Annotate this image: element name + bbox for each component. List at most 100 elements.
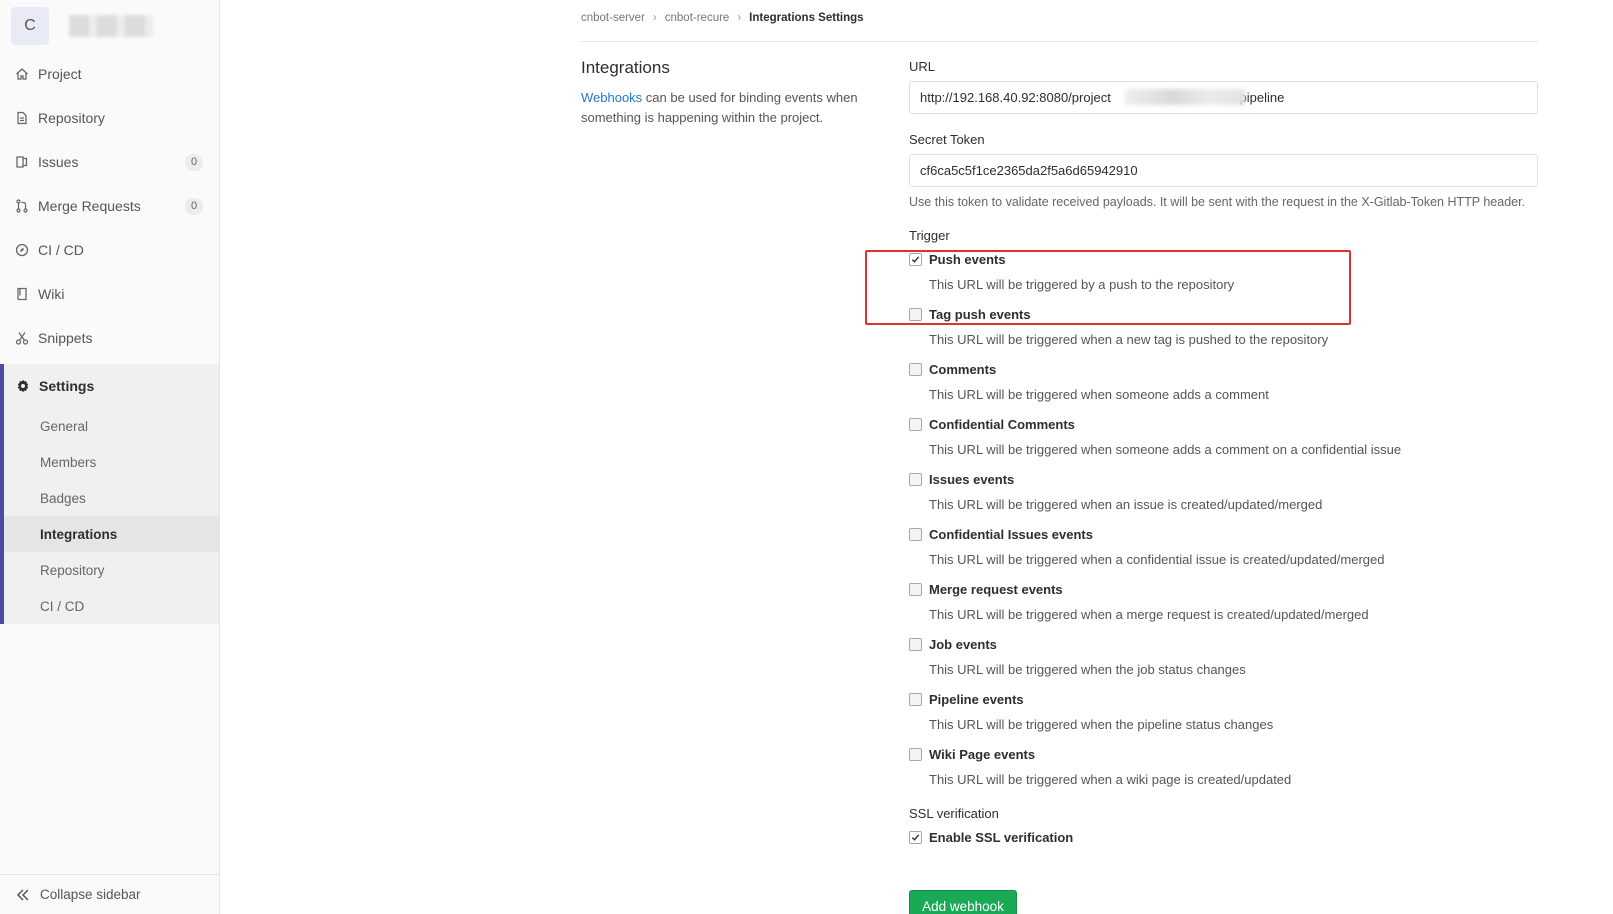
event-option: Comments This URL will be triggered when… [909, 361, 1538, 416]
sidebar-item-issues[interactable]: Issues 0 [0, 140, 219, 184]
sidebar-item-repository[interactable]: Repository [0, 96, 219, 140]
sidebar-item-ci-cd[interactable]: CI / CD [0, 228, 219, 272]
settings-sub-integrations[interactable]: Integrations [4, 516, 219, 552]
event-description: This URL will be triggered when someone … [929, 387, 1269, 402]
event-description: This URL will be triggered when an issue… [929, 497, 1323, 512]
sidebar-item-label: Issues [38, 154, 79, 170]
settings-sub-badges[interactable]: Badges [4, 480, 219, 516]
sidebar-nav: Project Repository Issues 0 Merge Reques… [0, 52, 219, 360]
rocket-icon [15, 243, 29, 257]
secret-token-help: Use this token to validate received payl… [909, 195, 1526, 209]
issues-events-checkbox[interactable] [909, 473, 922, 486]
ssl-option: Enable SSL verification [909, 829, 1538, 851]
wiki-page-events-checkbox[interactable] [909, 748, 922, 761]
project-header[interactable]: C [0, 0, 219, 52]
event-option: Issues events This URL will be triggered… [909, 471, 1538, 526]
event-option: Job events This URL will be triggered wh… [909, 636, 1538, 691]
webhook-form: URL http://192.168.40.92:8080/project r-… [909, 59, 1538, 851]
job-events-checkbox[interactable] [909, 638, 922, 651]
event-title[interactable]: Pipeline events [929, 691, 1538, 709]
issues-count-badge: 0 [185, 154, 203, 171]
event-title[interactable]: Wiki Page events [929, 746, 1538, 764]
avatar[interactable]: C [11, 7, 49, 45]
secret-token-input[interactable] [909, 154, 1538, 187]
comments-checkbox[interactable] [909, 363, 922, 376]
event-option: Pipeline events This URL will be trigger… [909, 691, 1538, 746]
event-list: Push events This URL will be triggered b… [909, 251, 1538, 801]
confidential-comments-checkbox[interactable] [909, 418, 922, 431]
webhooks-link[interactable]: Webhooks [581, 90, 642, 105]
trigger-label: Trigger [909, 228, 950, 243]
sidebar: C Project Repository Issues 0 Merge Requ… [0, 0, 220, 914]
chevron-right-icon: › [737, 12, 742, 24]
event-title[interactable]: Comments [929, 361, 1538, 379]
scissors-icon [15, 331, 29, 345]
ssl-option-title[interactable]: Enable SSL verification [929, 829, 1538, 847]
sidebar-item-project[interactable]: Project [0, 52, 219, 96]
event-title[interactable]: Push events [929, 251, 1538, 269]
sidebar-item-label: Snippets [38, 330, 93, 346]
sidebar-item-label: Repository [38, 110, 105, 126]
page-title: Integrations [581, 58, 670, 77]
breadcrumb-item[interactable]: cnbot-server [581, 12, 645, 24]
settings-section: Settings General Members Badges Integrat… [0, 364, 219, 624]
event-description: This URL will be triggered when a wiki p… [929, 772, 1292, 787]
event-title[interactable]: Confidential Comments [929, 416, 1538, 434]
settings-sub-ci-cd[interactable]: CI / CD [4, 588, 219, 624]
divider [581, 41, 1538, 42]
event-option: Wiki Page events This URL will be trigge… [909, 746, 1538, 801]
enable-ssl-checkbox[interactable] [909, 831, 922, 844]
event-option: Confidential Comments This URL will be t… [909, 416, 1538, 471]
event-description: This URL will be triggered when someone … [929, 442, 1402, 457]
settings-sub-members[interactable]: Members [4, 444, 219, 480]
sidebar-item-snippets[interactable]: Snippets [0, 316, 219, 360]
event-description: This URL will be triggered when a merge … [929, 607, 1369, 622]
ssl-verification-label: SSL verification [909, 806, 999, 821]
sidebar-item-merge-requests[interactable]: Merge Requests 0 [0, 184, 219, 228]
event-description: This URL will be triggered by a push to … [929, 277, 1235, 292]
chevron-right-icon: › [652, 12, 657, 24]
url-label: URL [909, 59, 936, 74]
pipeline-events-checkbox[interactable] [909, 693, 922, 706]
event-description: This URL will be triggered when a new ta… [929, 332, 1329, 347]
merge-request-events-checkbox[interactable] [909, 583, 922, 596]
event-description: This URL will be triggered when the pipe… [929, 717, 1274, 732]
event-option: Merge request events This URL will be tr… [909, 581, 1538, 636]
merge-icon [15, 199, 29, 213]
sidebar-item-label: Merge Requests [38, 198, 141, 214]
event-title[interactable]: Tag push events [929, 306, 1538, 324]
tag-push-events-checkbox[interactable] [909, 308, 922, 321]
breadcrumb: cnbot-server › cnbot-recure › Integratio… [581, 12, 864, 24]
event-option: Confidential Issues events This URL will… [909, 526, 1538, 581]
event-title[interactable]: Job events [929, 636, 1538, 654]
confidential-issues-events-checkbox[interactable] [909, 528, 922, 541]
intro-description: Webhooks can be used for binding events … [581, 88, 881, 128]
event-title[interactable]: Issues events [929, 471, 1538, 489]
doc-icon [15, 111, 29, 125]
book-icon [15, 287, 29, 301]
event-description: This URL will be triggered when the job … [929, 662, 1246, 677]
issues-icon [15, 155, 29, 169]
breadcrumb-item[interactable]: cnbot-recure [665, 12, 730, 24]
event-title[interactable]: Merge request events [929, 581, 1538, 599]
event-option: Push events This URL will be triggered b… [909, 251, 1538, 306]
merge-requests-count-badge: 0 [185, 198, 203, 215]
sidebar-item-label: Project [38, 66, 82, 82]
url-redaction [1125, 89, 1245, 105]
sidebar-item-wiki[interactable]: Wiki [0, 272, 219, 316]
add-webhook-button[interactable]: Add webhook [909, 890, 1017, 914]
breadcrumb-current[interactable]: Integrations Settings [749, 12, 863, 24]
collapse-sidebar-button[interactable]: Collapse sidebar [0, 874, 219, 914]
settings-sub-general[interactable]: General [4, 408, 219, 444]
push-events-checkbox[interactable] [909, 253, 922, 266]
sidebar-item-settings[interactable]: Settings [4, 364, 219, 408]
secret-token-label: Secret Token [909, 132, 985, 147]
gear-icon [16, 379, 30, 393]
event-description: This URL will be triggered when a confid… [929, 552, 1385, 567]
collapse-sidebar-label: Collapse sidebar [40, 887, 141, 902]
event-title[interactable]: Confidential Issues events [929, 526, 1538, 544]
settings-sub-repository[interactable]: Repository [4, 552, 219, 588]
home-icon [15, 67, 29, 81]
url-value-prefix: http://192.168.40.92:8080/project [920, 90, 1111, 105]
event-option: Tag push events This URL will be trigger… [909, 306, 1538, 361]
